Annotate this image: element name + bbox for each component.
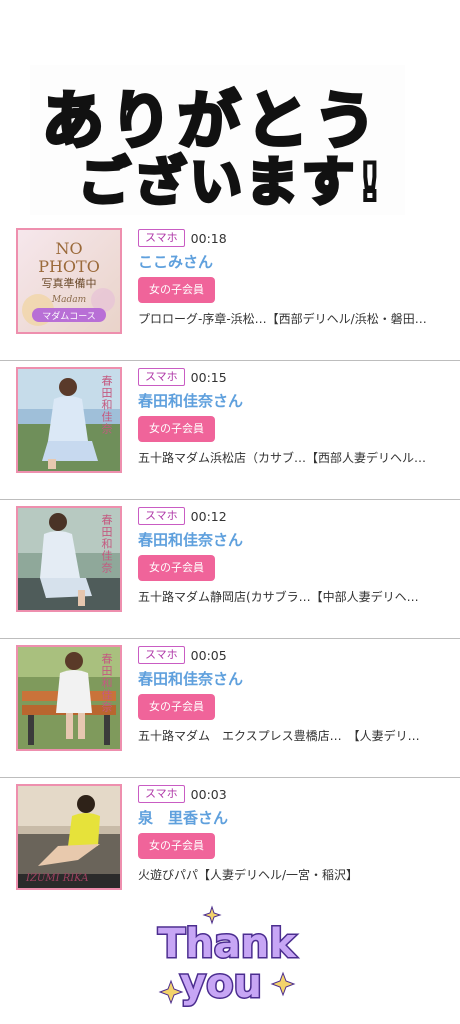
device-badge: スマホ	[138, 785, 185, 803]
avatar[interactable]: NO PHOTO 写真準備中 Madam マダムコース	[16, 228, 122, 334]
member-name-link[interactable]: 春田和佳奈さん	[138, 530, 448, 550]
no-photo-image: NO PHOTO 写真準備中 Madam マダムコース	[18, 230, 120, 332]
sparkle-icon	[270, 971, 296, 997]
shop-info[interactable]: 五十路マダム浜松店（カサブ…【西部人妻デリヘル…	[138, 449, 444, 466]
shop-info[interactable]: 五十路マダム静岡店(カサブラ…【中部人妻デリヘ…	[138, 588, 444, 605]
access-time: 00:18	[190, 230, 227, 246]
handwritten-thanks-graphic: ありがとう ございます!	[40, 82, 386, 215]
access-time: 00:03	[190, 786, 227, 802]
access-time: 00:05	[190, 647, 227, 663]
list-item-info: スマホ 00:05 春田和佳奈さん 女の子会員 五十路マダム エクスプレス豊橋店…	[138, 645, 448, 744]
thanks-line2: ございます!	[78, 153, 386, 213]
list-item-info: スマホ 00:03 泉 里香さん 女の子会員 火遊びパパ【人妻デリヘル/一宮・稲…	[138, 784, 448, 883]
shop-info[interactable]: 五十路マダム エクスプレス豊橋店… 【人妻デリ…	[138, 727, 444, 744]
device-badge: スマホ	[138, 507, 185, 525]
device-badge: スマホ	[138, 646, 185, 664]
svg-text:NO: NO	[55, 239, 82, 258]
shop-info[interactable]: プロローグ-序章-浜松…【西部デリヘル/浜松・磐田…	[138, 310, 444, 327]
member-type-badge: 女の子会員	[138, 833, 215, 859]
avatar[interactable]: 春田和佳奈	[16, 645, 122, 751]
thank-you-footer-banner: Thank you	[0, 905, 460, 1024]
member-type-badge: 女の子会員	[138, 416, 215, 442]
thank-you-header-banner: ありがとう ございます!	[0, 0, 460, 222]
svg-text:PHOTO: PHOTO	[38, 257, 100, 276]
svg-text:Madam: Madam	[51, 295, 86, 305]
member-type-badge: 女の子会員	[138, 694, 215, 720]
list-item-info: スマホ 00:18 ここみさん 女の子会員 プロローグ-序章-浜松…【西部デリヘ…	[138, 228, 448, 327]
photo-caption: 春田和佳奈	[100, 375, 113, 435]
member-type-badge: 女の子会員	[138, 555, 215, 581]
svg-text:写真準備中: 写真準備中	[42, 276, 97, 290]
member-type-badge: 女の子会員	[138, 277, 215, 303]
access-time: 00:12	[190, 508, 227, 524]
photo-caption: IZUMI RIKA	[26, 873, 89, 884]
list-item-info: スマホ 00:12 春田和佳奈さん 女の子会員 五十路マダム静岡店(カサブラ…【…	[138, 506, 448, 605]
photo-caption: 春田和佳奈	[100, 653, 113, 713]
device-badge: スマホ	[138, 368, 185, 386]
list-item[interactable]: 春田和佳奈 スマホ 00:15 春田和佳奈さん 女の子会員 五十路マダム浜松店（…	[0, 361, 460, 500]
list-item[interactable]: NO PHOTO 写真準備中 Madam マダムコース スマホ 00:18 ここ…	[0, 222, 460, 361]
list-item-info: スマホ 00:15 春田和佳奈さん 女の子会員 五十路マダム浜松店（カサブ…【西…	[138, 367, 448, 466]
thank-you-graphic: Thank you	[157, 905, 299, 1009]
member-name-link[interactable]: 春田和佳奈さん	[138, 669, 448, 689]
shop-info[interactable]: 火遊びパパ【人妻デリヘル/一宮・稲沢】	[138, 866, 444, 883]
you-word: you	[180, 961, 262, 1007]
list-item[interactable]: IZUMI RIKA スマホ 00:03 泉 里香さん 女の子会員 火遊びパパ【…	[0, 778, 460, 917]
member-name-link[interactable]: 春田和佳奈さん	[138, 391, 448, 411]
member-name-link[interactable]: 泉 里香さん	[138, 808, 448, 828]
avatar[interactable]: 春田和佳奈	[16, 506, 122, 612]
photo-caption: 春田和佳奈	[100, 514, 113, 574]
sparkle-icon	[158, 979, 184, 1005]
access-time: 00:15	[190, 369, 227, 385]
list-item[interactable]: 春田和佳奈 スマホ 00:05 春田和佳奈さん 女の子会員 五十路マダム エクス…	[0, 639, 460, 778]
thanks-line1: ありがとう	[42, 84, 382, 157]
svg-text:マダムコース: マダムコース	[42, 310, 96, 322]
member-name-link[interactable]: ここみさん	[138, 252, 448, 272]
device-badge: スマホ	[138, 229, 185, 247]
avatar[interactable]: IZUMI RIKA	[16, 784, 122, 890]
list-item[interactable]: 春田和佳奈 スマホ 00:12 春田和佳奈さん 女の子会員 五十路マダム静岡店(…	[0, 500, 460, 639]
avatar[interactable]: 春田和佳奈	[16, 367, 122, 473]
visitor-list: NO PHOTO 写真準備中 Madam マダムコース スマホ 00:18 ここ…	[0, 222, 460, 917]
